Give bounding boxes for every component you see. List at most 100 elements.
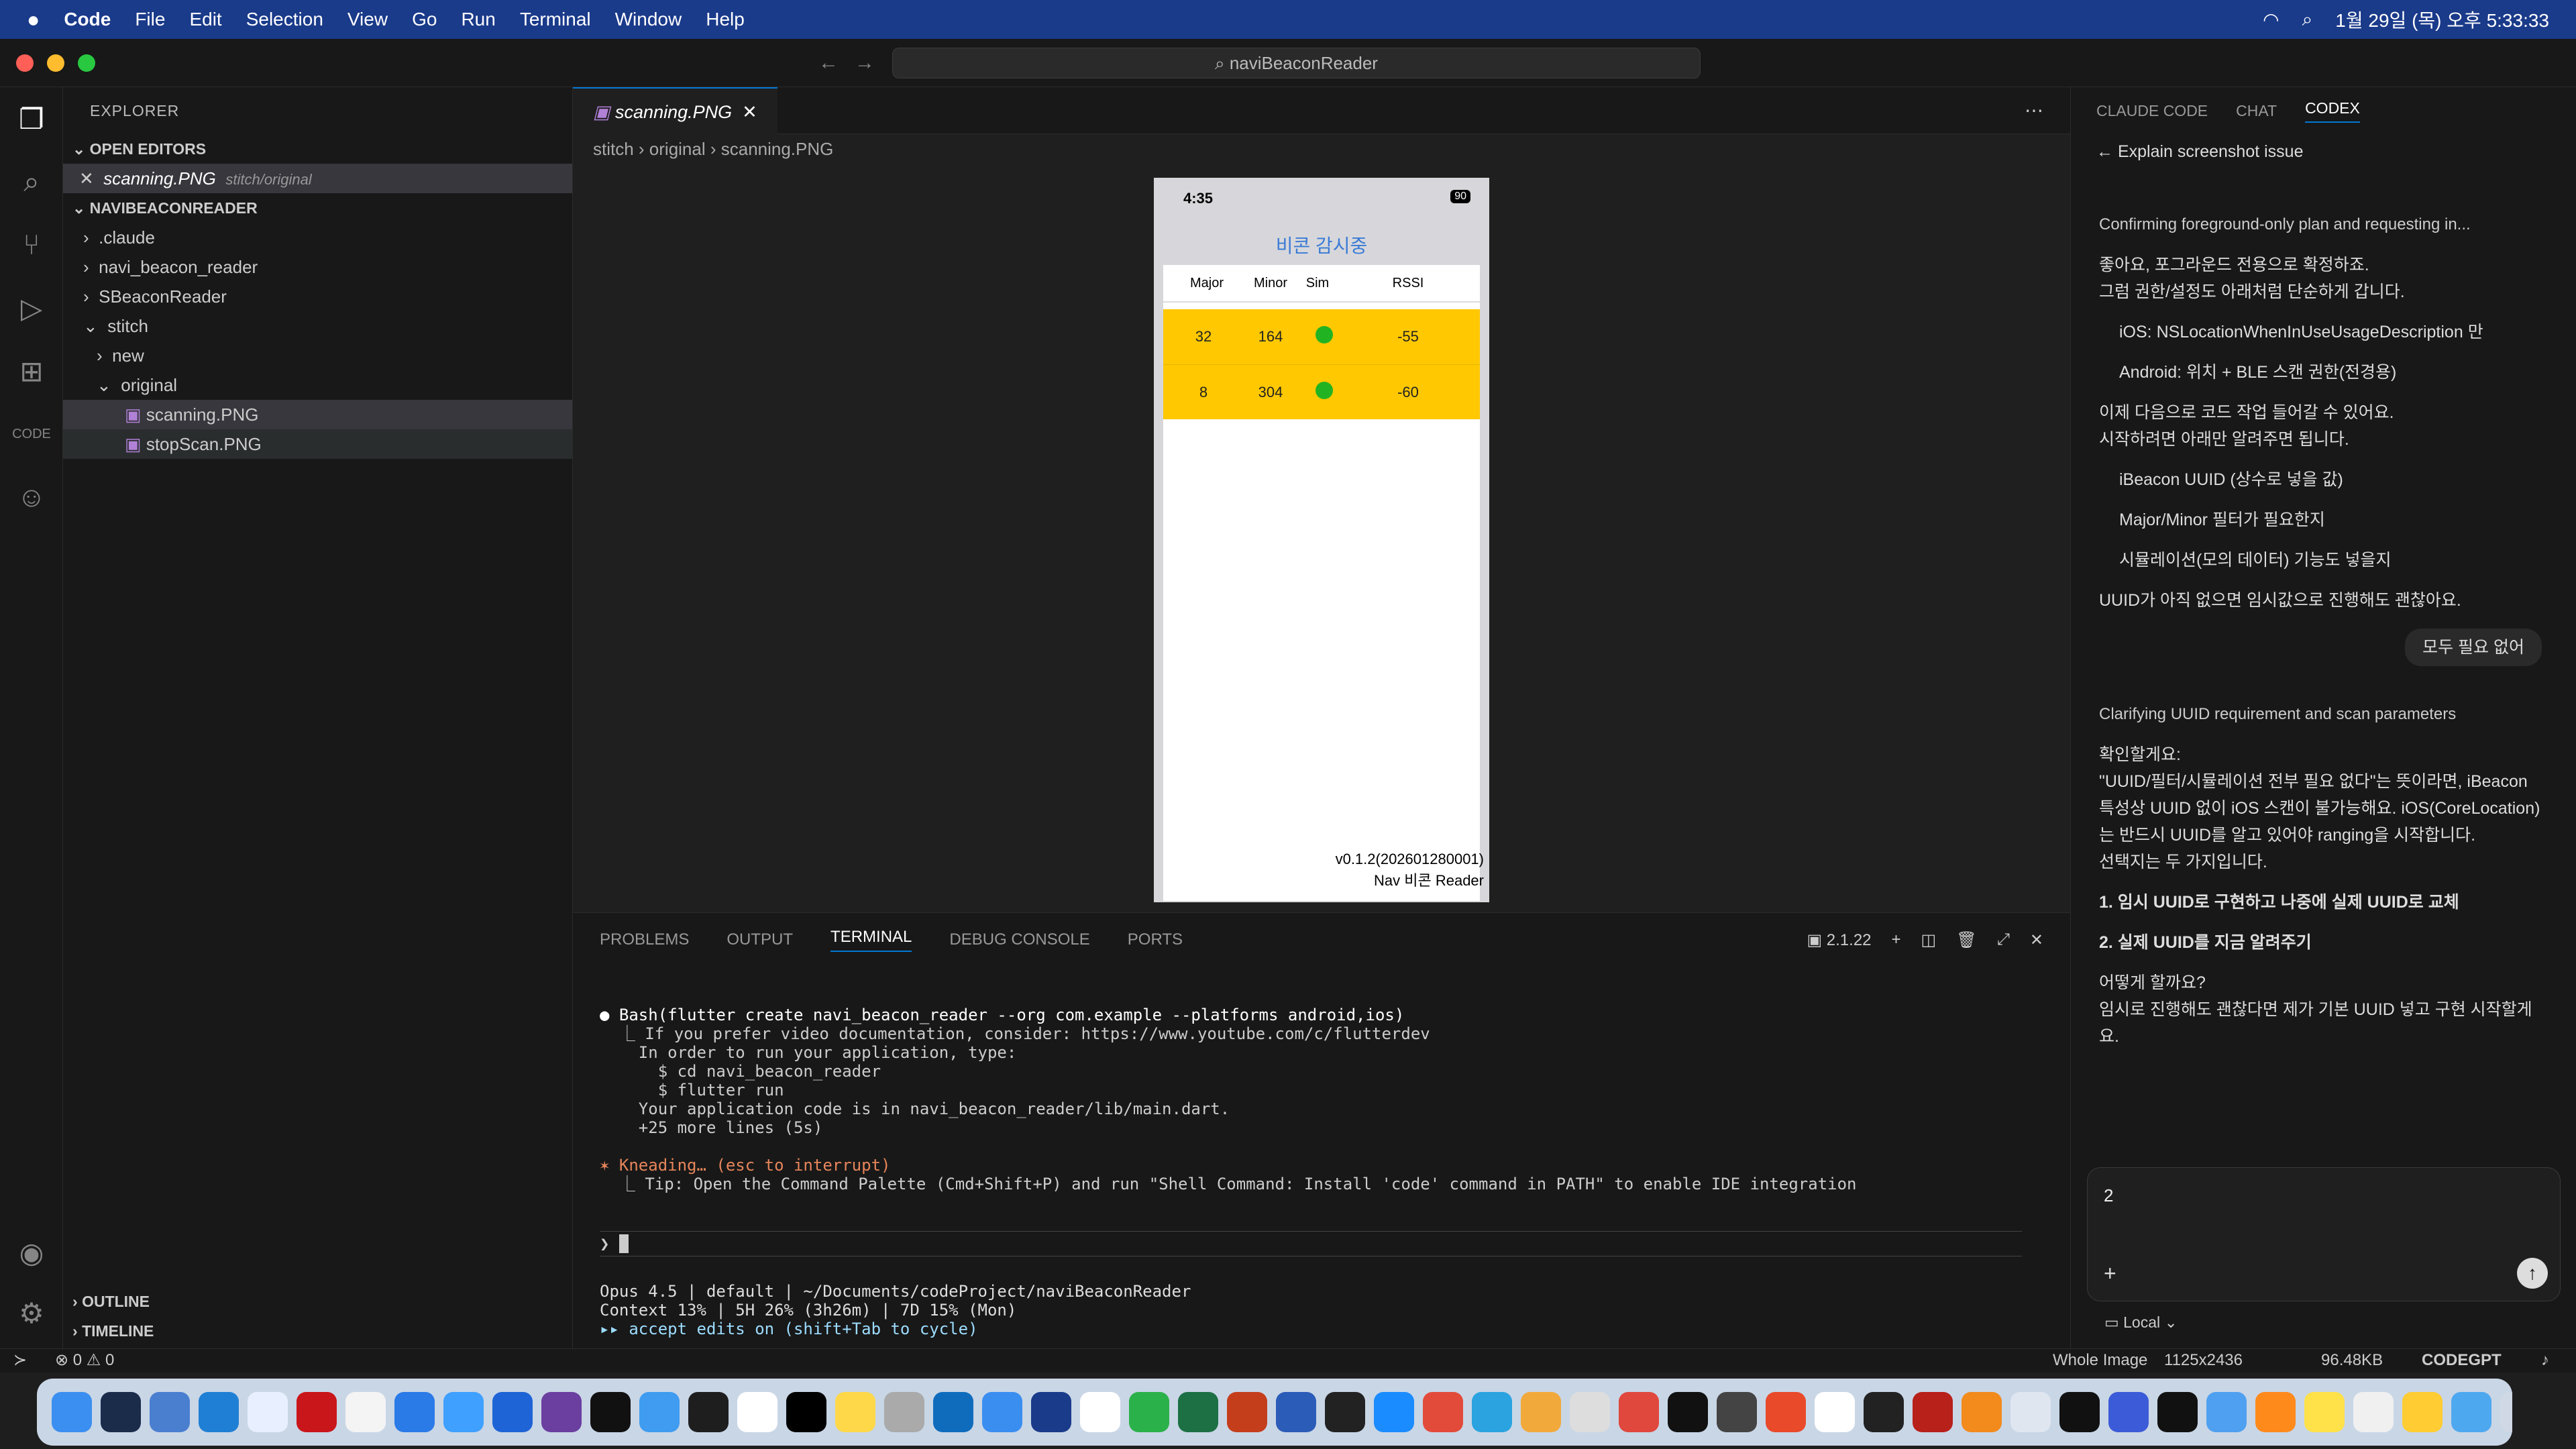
minimize-window-button[interactable] (47, 54, 64, 72)
close-window-button[interactable] (16, 54, 34, 72)
tab-output[interactable]: OUTPUT (727, 930, 793, 949)
app-icon[interactable] (1962, 1392, 2002, 1432)
tree-item-navi-beacon-reader[interactable]: › navi_beacon_reader (63, 252, 572, 282)
codegpt-status[interactable]: CODEGPT (2422, 1349, 2502, 1372)
close-panel-icon[interactable]: ✕ (2030, 930, 2043, 950)
wifi-icon[interactable]: ◠ (2263, 9, 2279, 31)
account-icon[interactable]: ◉ (0, 1221, 63, 1284)
tab-ports[interactable]: PORTS (1128, 930, 1183, 949)
command-center-search[interactable]: ⌕ naviBeaconReader (892, 48, 1701, 78)
tree-item-scanning-png[interactable]: ▣ scanning.PNG (63, 400, 572, 429)
explorer-icon[interactable]: ❐ (0, 87, 63, 150)
app-icon[interactable] (2353, 1392, 2394, 1432)
app-icon[interactable] (1031, 1392, 1071, 1432)
clock[interactable]: 1월 29일 (목) 오후 5:33:33 (2335, 6, 2549, 33)
tab-codex[interactable]: CODEX (2305, 99, 2360, 123)
menu-edit[interactable]: Edit (189, 9, 221, 30)
menu-window[interactable]: Window (615, 9, 682, 30)
vscode-icon[interactable] (199, 1392, 239, 1432)
app-icon[interactable] (2059, 1392, 2100, 1432)
chrome-icon[interactable] (1080, 1392, 1120, 1432)
source-control-icon[interactable]: ⑂ (0, 213, 63, 276)
acrobat-icon[interactable] (297, 1392, 337, 1432)
table-row[interactable]: 8 304 -60 (1163, 364, 1480, 419)
local-selector[interactable]: ▭ Local ⌄ (2104, 1313, 2178, 1332)
tv-icon[interactable] (786, 1392, 826, 1432)
terminal-prompt[interactable]: ❯ (600, 1231, 2022, 1256)
kakaotalk-icon[interactable] (2304, 1392, 2345, 1432)
terminal-icon[interactable]: ▣ 2.1.22 (1807, 930, 1871, 950)
app-store-icon[interactable] (1374, 1392, 1414, 1432)
terminal-output[interactable]: ● Bash(flutter create navi_beacon_reader… (600, 987, 2022, 1376)
app-icon[interactable] (101, 1392, 141, 1432)
outline-header[interactable]: › OUTLINE (63, 1287, 572, 1316)
codex-input-box[interactable]: 2 + ↑ (2087, 1167, 2561, 1301)
add-terminal-icon[interactable]: + (1892, 930, 1901, 950)
app-icon[interactable] (1619, 1392, 1659, 1432)
powerpoint-icon[interactable] (1227, 1392, 1267, 1432)
reasoning-heading[interactable]: Clarifying UUID requirement and scan par… (2099, 701, 2542, 728)
safari-icon[interactable] (982, 1392, 1022, 1432)
app-icon[interactable] (1766, 1392, 1806, 1432)
activity-monitor-icon[interactable] (1668, 1392, 1708, 1432)
maximize-icon[interactable]: ⤢ (1997, 930, 2010, 950)
editor-tab-scanning[interactable]: ▣ scanning.PNG ✕ (573, 87, 777, 134)
tree-item-claude[interactable]: › .claude (63, 223, 572, 252)
app-icon[interactable] (2255, 1392, 2296, 1432)
settings-icon[interactable] (884, 1392, 924, 1432)
app-icon[interactable] (2157, 1392, 2198, 1432)
menu-terminal[interactable]: Terminal (520, 9, 591, 30)
split-icon[interactable]: ◫ (1921, 930, 1937, 950)
send-button[interactable]: ↑ (2517, 1258, 2548, 1289)
bell-icon[interactable]: ♪ (2541, 1349, 2549, 1372)
zoom-window-button[interactable] (78, 54, 95, 72)
word-icon[interactable] (1276, 1392, 1316, 1432)
tab-debug-console[interactable]: DEBUG CONSOLE (949, 930, 1089, 949)
terminal-icon[interactable] (1325, 1392, 1365, 1432)
app-icon[interactable] (1717, 1392, 1757, 1432)
crumb-original[interactable]: original (649, 139, 706, 159)
github-icon[interactable] (541, 1392, 582, 1432)
trash-icon[interactable] (2500, 1392, 2512, 1432)
app-icon[interactable] (2010, 1392, 2051, 1432)
crumb-stitch[interactable]: stitch (593, 139, 634, 159)
app-icon[interactable] (639, 1392, 680, 1432)
open-editor-item[interactable]: ✕ scanning.PNG stitch/original (63, 164, 572, 193)
app-icon[interactable] (492, 1392, 533, 1432)
figma-icon[interactable] (688, 1392, 729, 1432)
add-attachment-icon[interactable]: + (2104, 1261, 2116, 1286)
run-debug-icon[interactable]: ▷ (0, 276, 63, 339)
back-arrow-icon[interactable]: ← (818, 52, 839, 74)
apple-icon[interactable]: ● (27, 7, 40, 32)
image-dimensions[interactable]: 1125x2436 (2164, 1349, 2243, 1372)
app-icon[interactable] (1423, 1392, 1463, 1432)
tab-chat[interactable]: CHAT (2236, 102, 2277, 120)
app-menu[interactable]: Code (64, 9, 111, 30)
downloads-folder-icon[interactable] (2451, 1392, 2491, 1432)
reasoning-heading[interactable]: Confirming foreground-only plan and requ… (2099, 211, 2542, 238)
app-icon[interactable] (1864, 1392, 1904, 1432)
menu-run[interactable]: Run (461, 9, 495, 30)
table-row[interactable]: 32 164 -55 (1163, 309, 1480, 364)
app-icon[interactable] (248, 1392, 288, 1432)
app-icon[interactable] (1815, 1392, 1855, 1432)
app-icon[interactable] (443, 1392, 484, 1432)
calendar-icon[interactable] (737, 1392, 777, 1432)
tree-item-sbeaconreader[interactable]: › SBeaconReader (63, 282, 572, 311)
tree-item-original[interactable]: ⌄ original (63, 370, 572, 400)
settings-gear-icon[interactable]: ⚙ (0, 1281, 63, 1344)
maps-icon[interactable] (394, 1392, 435, 1432)
timeline-header[interactable]: › TIMELINE (63, 1316, 572, 1346)
search-icon[interactable]: ⌕ (0, 150, 63, 213)
numbers-icon[interactable] (1129, 1392, 1169, 1432)
menu-selection[interactable]: Selection (246, 9, 323, 30)
copilot-icon[interactable]: ☺ (0, 466, 63, 529)
trash-icon[interactable]: 🗑 (1956, 930, 1976, 950)
tab-claude-code[interactable]: CLAUDE CODE (2096, 102, 2208, 120)
codegpt-icon[interactable]: CODE (0, 402, 63, 466)
search-icon[interactable]: ⌕ (2302, 9, 2313, 31)
excel-icon[interactable] (1178, 1392, 1218, 1432)
image-size[interactable]: 96.48KB (2321, 1349, 2383, 1372)
open-editors-header[interactable]: ⌄ OPEN EDITORS (63, 134, 572, 164)
menu-view[interactable]: View (347, 9, 388, 30)
